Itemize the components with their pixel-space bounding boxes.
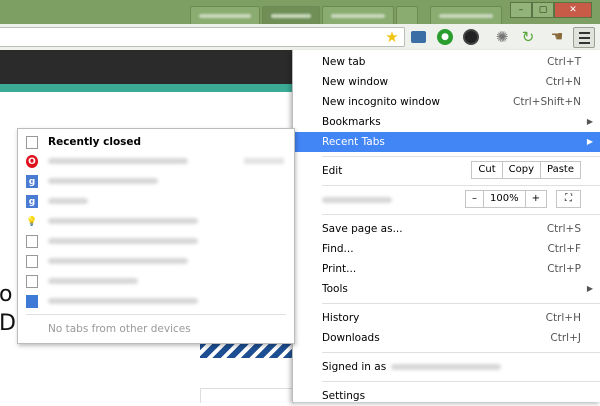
lightbulb-icon: 💡: [26, 216, 38, 227]
recent-tab-item[interactable]: 💡: [18, 211, 294, 231]
recent-tab-item[interactable]: O: [18, 151, 294, 171]
browser-tab[interactable]: [430, 6, 502, 24]
fullscreen-control: ⛶: [556, 190, 581, 208]
browser-tab[interactable]: [322, 6, 394, 24]
menu-icon[interactable]: [573, 27, 595, 48]
menu-separator: [322, 185, 600, 186]
zoom-out-button[interactable]: –: [465, 190, 485, 208]
green-extension-icon[interactable]: ●: [437, 29, 453, 45]
recent-tab-item[interactable]: [18, 291, 294, 311]
menu-separator: [322, 156, 600, 157]
menu-item-new-incognito[interactable]: New incognito window Ctrl+Shift+N: [293, 92, 600, 112]
menu-separator: [322, 214, 600, 215]
menu-item-tools[interactable]: Tools ▶: [293, 279, 600, 299]
zoom-level: 100%: [484, 190, 526, 208]
chrome-main-menu: New tab Ctrl+T New window Ctrl+N New inc…: [292, 50, 600, 402]
blue-document-icon: [26, 295, 38, 308]
menu-item-save-page[interactable]: Save page as... Ctrl+S: [293, 219, 600, 239]
maximize-button[interactable]: ▢: [532, 2, 554, 18]
google-icon: g: [26, 175, 38, 188]
gear-extension-icon[interactable]: ✺: [494, 28, 510, 46]
star-icon[interactable]: ★: [384, 28, 400, 46]
zoom-controls: – 100% +: [465, 190, 547, 208]
menu-item-signed-in[interactable]: Signed in as: [293, 357, 600, 377]
address-bar[interactable]: [0, 27, 405, 47]
copy-button[interactable]: Copy: [502, 161, 541, 179]
recent-tabs-submenu: Recently closed O g g 💡 No tabs from oth…: [17, 128, 295, 344]
menu-item-find[interactable]: Find... Ctrl+F: [293, 239, 600, 259]
dark-extension-icon[interactable]: [463, 29, 479, 45]
menu-row-edit: Edit Cut Copy Paste: [293, 161, 600, 181]
cursor-extension-icon[interactable]: ☚: [549, 29, 565, 45]
recent-tab-item[interactable]: g: [18, 171, 294, 191]
submenu-arrow-icon: ▶: [586, 284, 593, 293]
menu-row-zoom: – 100% + ⛶: [293, 190, 600, 210]
submenu-separator: [26, 314, 286, 315]
menu-separator: [322, 381, 600, 382]
recent-tab-item[interactable]: [18, 271, 294, 291]
google-icon: g: [26, 195, 38, 208]
page-box: [200, 388, 294, 403]
menu-separator: [322, 303, 600, 304]
page-striped-graphic: [200, 342, 292, 358]
recently-closed-header: Recently closed: [18, 132, 294, 152]
close-button[interactable]: ✕: [554, 2, 592, 18]
recent-tab-item[interactable]: [18, 251, 294, 271]
recent-tab-item[interactable]: g: [18, 191, 294, 211]
paste-button[interactable]: Paste: [541, 161, 581, 179]
page-icon: [26, 235, 38, 248]
submenu-arrow-icon: ▶: [586, 137, 593, 146]
menu-item-downloads[interactable]: Downloads Ctrl+J: [293, 328, 600, 348]
menu-item-bookmarks[interactable]: Bookmarks ▶: [293, 112, 600, 132]
menu-separator: [322, 352, 600, 353]
blurred-account-email: [391, 364, 501, 370]
menu-item-print[interactable]: Print... Ctrl+P: [293, 259, 600, 279]
page-icon: [26, 255, 38, 268]
edit-buttons: Cut Copy Paste: [471, 161, 581, 179]
blurred-zoom-label: [322, 197, 392, 203]
submenu-arrow-icon: ▶: [586, 117, 593, 126]
window-icon: [26, 136, 38, 149]
minimize-button[interactable]: –: [510, 2, 532, 18]
fullscreen-icon[interactable]: ⛶: [556, 190, 581, 208]
recent-tab-item[interactable]: [18, 231, 294, 251]
browser-tab-active[interactable]: [262, 6, 320, 24]
menu-item-history[interactable]: History Ctrl+H: [293, 308, 600, 328]
camera-extension-icon[interactable]: [411, 31, 426, 43]
opera-icon: O: [26, 155, 38, 168]
zoom-in-button[interactable]: +: [525, 190, 547, 208]
cut-button[interactable]: Cut: [471, 161, 503, 179]
menu-item-recent-tabs[interactable]: Recent Tabs ▶: [293, 132, 600, 152]
menu-item-new-window[interactable]: New window Ctrl+N: [293, 72, 600, 92]
refresh-extension-icon[interactable]: ↻: [520, 28, 536, 46]
menu-item-settings[interactable]: Settings: [293, 386, 600, 406]
window-controls: – ▢ ✕: [510, 2, 592, 18]
menu-item-new-tab[interactable]: New tab Ctrl+T: [293, 52, 600, 72]
no-other-devices-label: No tabs from other devices: [48, 323, 191, 335]
page-icon: [26, 275, 38, 288]
page-partial-text: D: [0, 311, 16, 336]
new-tab-button[interactable]: [396, 6, 418, 24]
page-partial-text: o: [0, 282, 13, 307]
browser-tab[interactable]: [190, 6, 260, 24]
